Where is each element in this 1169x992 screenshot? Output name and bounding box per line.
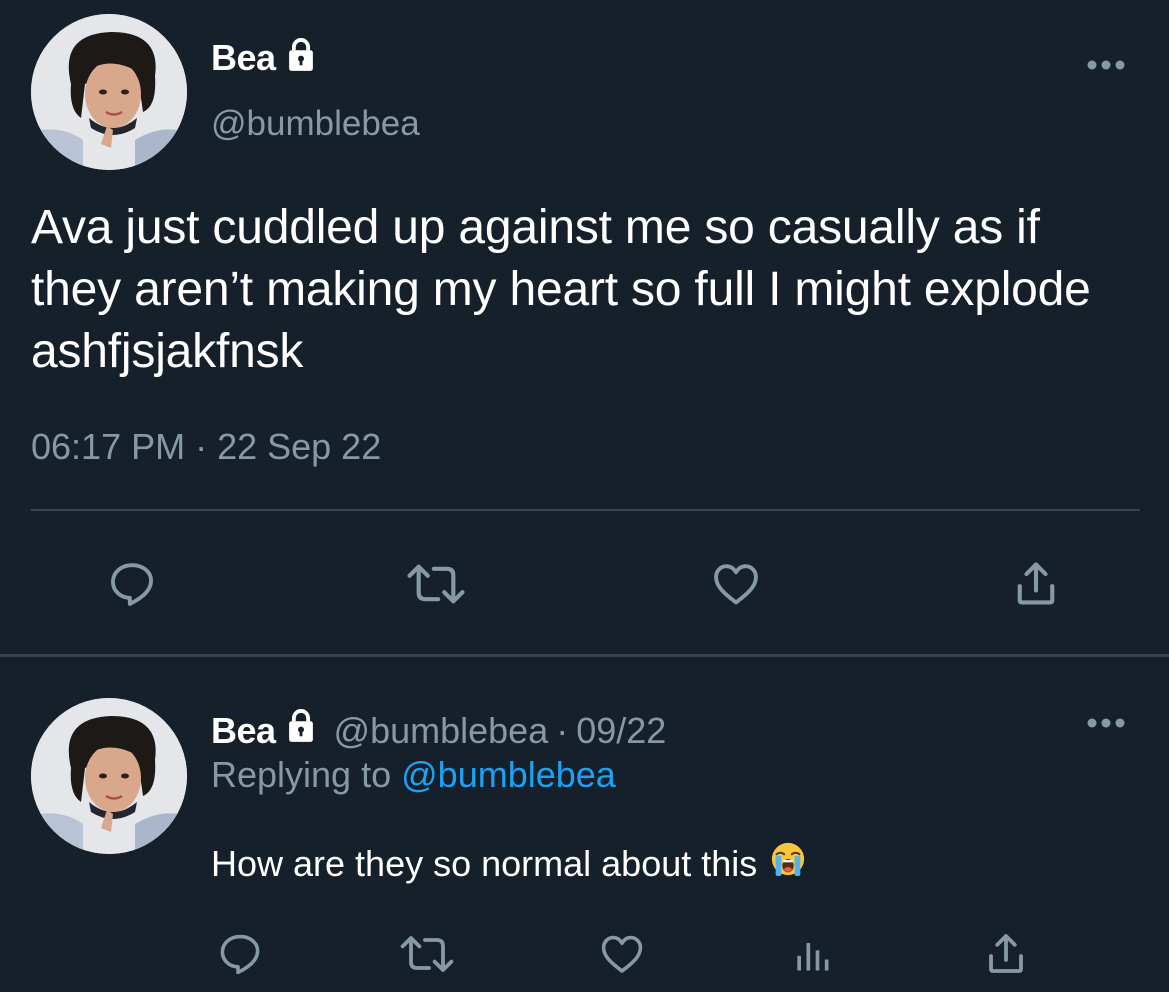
- lock-icon: [282, 707, 320, 754]
- analytics-icon: [797, 943, 829, 971]
- author-handle[interactable]: @bumblebea: [334, 710, 549, 752]
- replying-to: Replying to @bumblebea: [211, 754, 616, 796]
- reply-icon: [110, 563, 154, 606]
- display-name[interactable]: Bea: [211, 710, 276, 752]
- loudly-crying-face-icon: [769, 840, 807, 887]
- retweet-button[interactable]: [394, 928, 460, 980]
- reply-icon: [220, 934, 260, 975]
- lock-icon: [282, 36, 320, 79]
- main-tweet: Bea @bumblebea Ava just cuddled up again…: [0, 0, 1169, 655]
- display-name[interactable]: Bea: [211, 37, 276, 79]
- more-icon[interactable]: [1086, 716, 1126, 734]
- tweet-date[interactable]: 09/22: [576, 710, 666, 752]
- analytics-button[interactable]: [786, 928, 838, 980]
- more-icon[interactable]: [1086, 58, 1126, 76]
- share-button[interactable]: [976, 928, 1036, 980]
- tweet-text: Ava just cuddled up against me so casual…: [31, 201, 1091, 378]
- retweet-button[interactable]: [400, 555, 472, 613]
- retweet-icon: [400, 936, 454, 972]
- tweet-text-content: How are they so normal about this: [211, 842, 758, 884]
- avatar-photo: [31, 698, 187, 854]
- like-icon: [714, 564, 758, 605]
- separator-dot: ·: [556, 709, 569, 751]
- share-icon: [1017, 562, 1055, 605]
- author-row: Bea: [211, 36, 320, 79]
- avatar-photo: [31, 14, 187, 170]
- like-button[interactable]: [592, 928, 652, 980]
- reply-button[interactable]: [210, 928, 270, 980]
- divider: [31, 509, 1140, 511]
- tweet-separator: [0, 654, 1169, 657]
- reply-button[interactable]: [100, 555, 164, 613]
- tweet-timestamp[interactable]: 06:17 PM · 22 Sep 22: [31, 426, 381, 468]
- replying-prefix: Replying to: [211, 754, 392, 795]
- avatar[interactable]: [31, 698, 187, 854]
- author-row: Bea @bumblebea · 09/22: [211, 707, 666, 754]
- tweet-text: How are they so normal about this: [211, 840, 807, 887]
- retweet-icon: [407, 564, 465, 604]
- avatar[interactable]: [31, 14, 187, 170]
- share-button[interactable]: [1004, 555, 1068, 613]
- like-icon: [601, 935, 643, 973]
- share-icon: [989, 934, 1023, 973]
- author-handle[interactable]: @bumblebea: [211, 104, 420, 144]
- like-button[interactable]: [704, 555, 768, 613]
- mention-link[interactable]: @bumblebea: [401, 754, 616, 795]
